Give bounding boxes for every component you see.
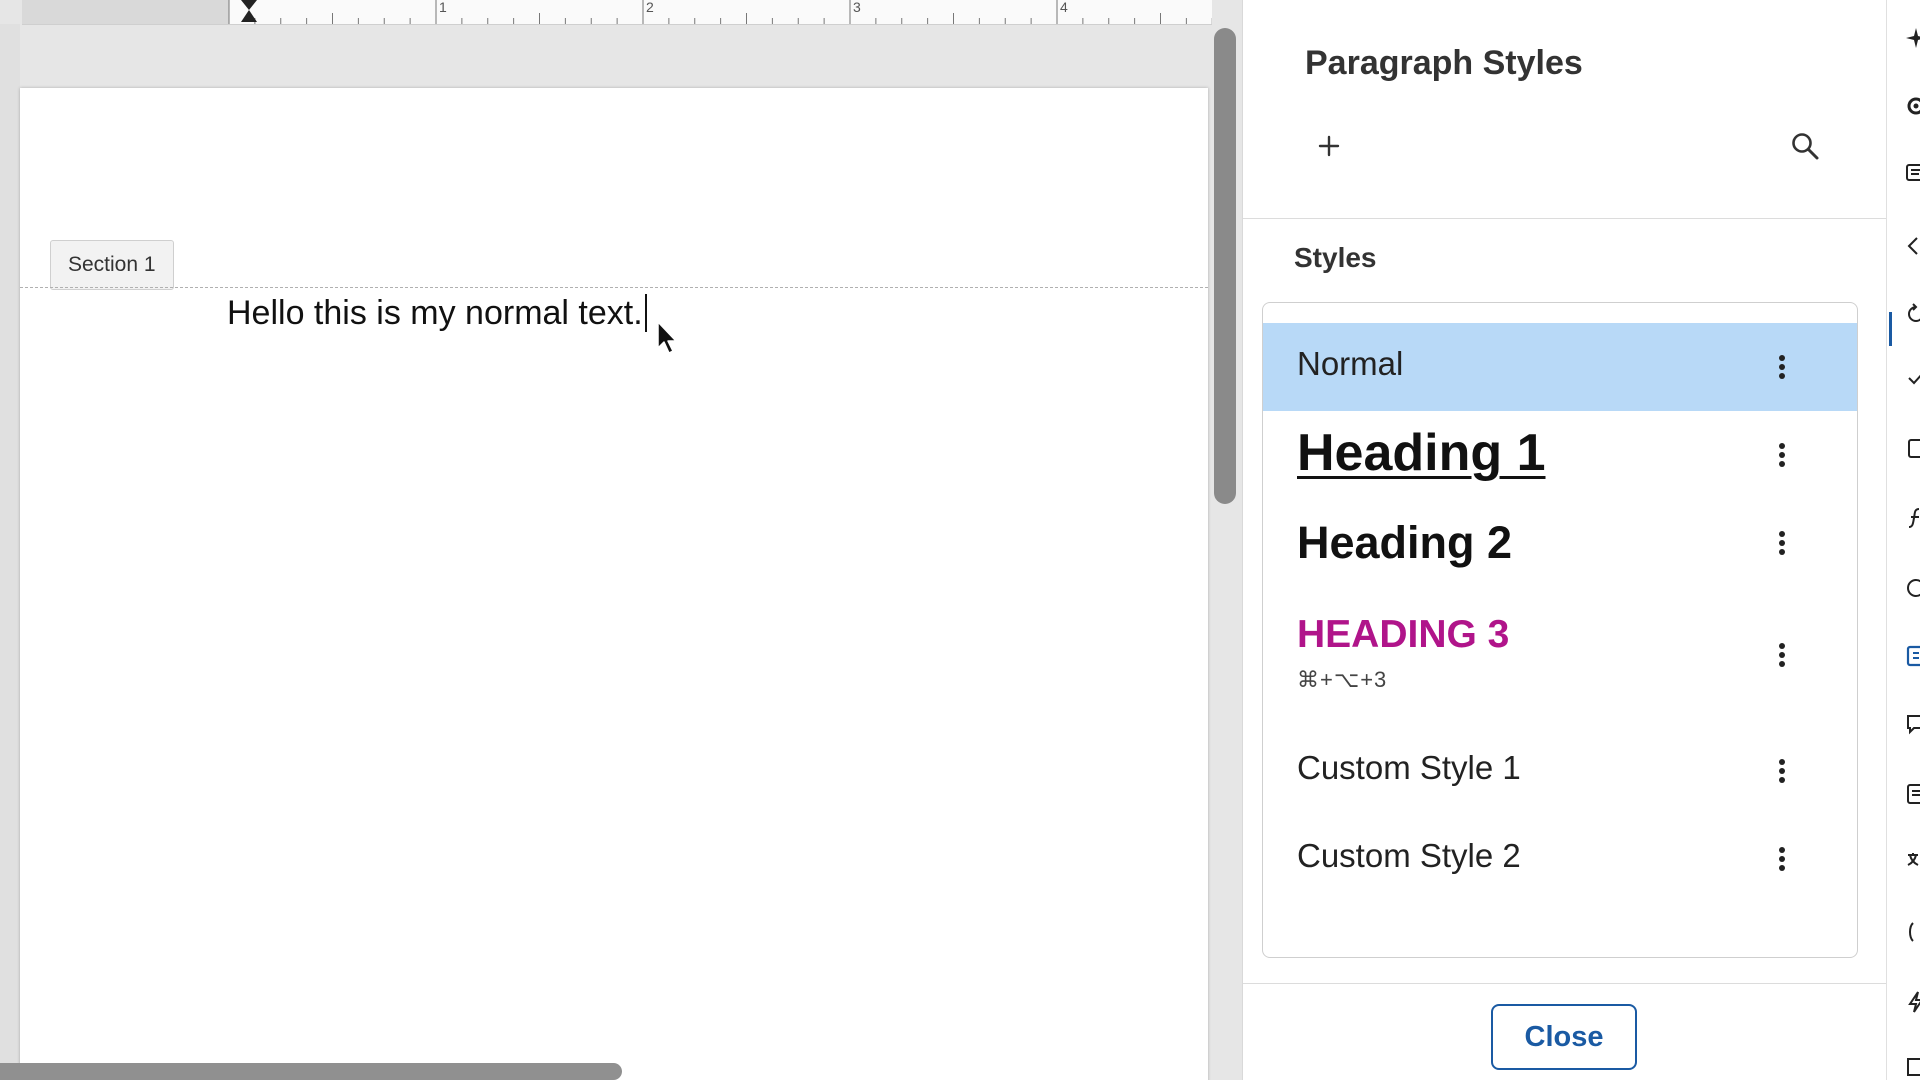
style-shortcut: ⌘+⌥+3 [1297,667,1388,692]
section-label[interactable]: Section 1 [50,240,174,290]
style-options-button[interactable] [1765,842,1799,876]
add-style-button[interactable] [1309,126,1349,166]
gear-icon[interactable] [1905,94,1920,118]
panel-title: Paragraph Styles [1305,44,1583,82]
search-styles-button[interactable] [1783,124,1827,168]
style-name: Heading 1 [1297,424,1546,482]
table-icon[interactable] [1905,1056,1920,1080]
style-options-button[interactable] [1765,350,1799,384]
ruler-ticks [228,0,1239,24]
style-name: Heading 2 [1297,517,1513,568]
vertical-scrollbar-thumb[interactable] [1214,28,1236,504]
style-name: Custom Style 2 [1297,837,1521,874]
style-options-button[interactable] [1765,754,1799,788]
ruler-number: 4 [1060,0,1068,15]
panel-divider [1243,218,1887,219]
more-vertical-icon [1779,531,1785,555]
sparkle-icon[interactable] [1905,26,1920,50]
document-page[interactable]: Section 1 Hello this is my normal text. [20,88,1208,1080]
style-item-heading-1[interactable]: Heading 1 [1263,411,1857,499]
ruler-number: 2 [646,0,654,15]
close-button[interactable]: Close [1491,1004,1637,1070]
search-icon [1792,133,1819,160]
first-line-indent-marker[interactable] [241,0,257,10]
paragraph-styles-panel: Paragraph Styles Styles Normal Heading 1… [1242,0,1887,1080]
more-vertical-icon [1779,643,1785,667]
text-caret [644,294,647,332]
style-item-custom-style-1[interactable]: Custom Style 1 [1263,727,1857,815]
document-icon[interactable] [1905,782,1920,806]
style-options-button[interactable] [1765,438,1799,472]
horizontal-ruler[interactable]: 1 2 3 4 [22,0,1242,25]
history-icon[interactable] [1905,302,1920,326]
style-options-button[interactable] [1765,526,1799,560]
rail-active-indicator [1889,312,1892,346]
bolt-icon[interactable] [1905,990,1920,1014]
style-item-heading-2[interactable]: Heading 2 [1263,499,1857,587]
tag-icon[interactable] [1905,234,1920,258]
function-icon[interactable] [1905,506,1920,530]
refresh-icon[interactable] [1905,576,1920,600]
ruler-number: 3 [853,0,861,15]
variable-icon[interactable] [1905,920,1920,944]
horizontal-scrollbar-thumb[interactable] [0,1063,622,1080]
style-name: Custom Style 1 [1297,749,1521,786]
right-tool-rail [1886,0,1920,1080]
more-vertical-icon [1779,443,1785,467]
mouse-pointer-icon [657,321,677,354]
comment-icon[interactable] [1905,712,1920,736]
ruler-number: 1 [439,0,447,15]
document-area: 1 2 3 4 Section 1 Hello this is my norma… [0,0,1242,1080]
more-vertical-icon [1779,847,1785,871]
more-vertical-icon [1779,355,1785,379]
style-item-normal[interactable]: Normal [1263,323,1857,411]
panel-footer-divider [1243,983,1887,984]
style-options-button[interactable] [1765,638,1799,672]
comment-list-icon[interactable] [1905,162,1920,186]
plus-icon [1318,135,1340,157]
styles-list: Normal Heading 1 Heading 2 HEADING 3 ⌘+⌥… [1262,302,1858,958]
clipboard-icon[interactable] [1905,436,1920,460]
style-name: HEADING 3 [1297,613,1510,656]
check-icon[interactable] [1905,366,1920,390]
paragraph-style-icon[interactable] [1905,644,1920,668]
style-item-heading-3[interactable]: HEADING 3 ⌘+⌥+3 [1263,587,1857,727]
styles-section-heading: Styles [1294,242,1377,273]
left-gutter [0,24,20,1064]
style-item-custom-style-2[interactable]: Custom Style 2 [1263,815,1857,903]
paragraph-text[interactable]: Hello this is my normal text. [227,294,643,332]
left-indent-marker[interactable] [241,10,257,22]
more-vertical-icon [1779,759,1785,783]
style-name: Normal [1297,345,1404,382]
document-text[interactable]: Hello this is my normal text. [227,288,647,338]
translate-icon[interactable] [1905,850,1920,874]
